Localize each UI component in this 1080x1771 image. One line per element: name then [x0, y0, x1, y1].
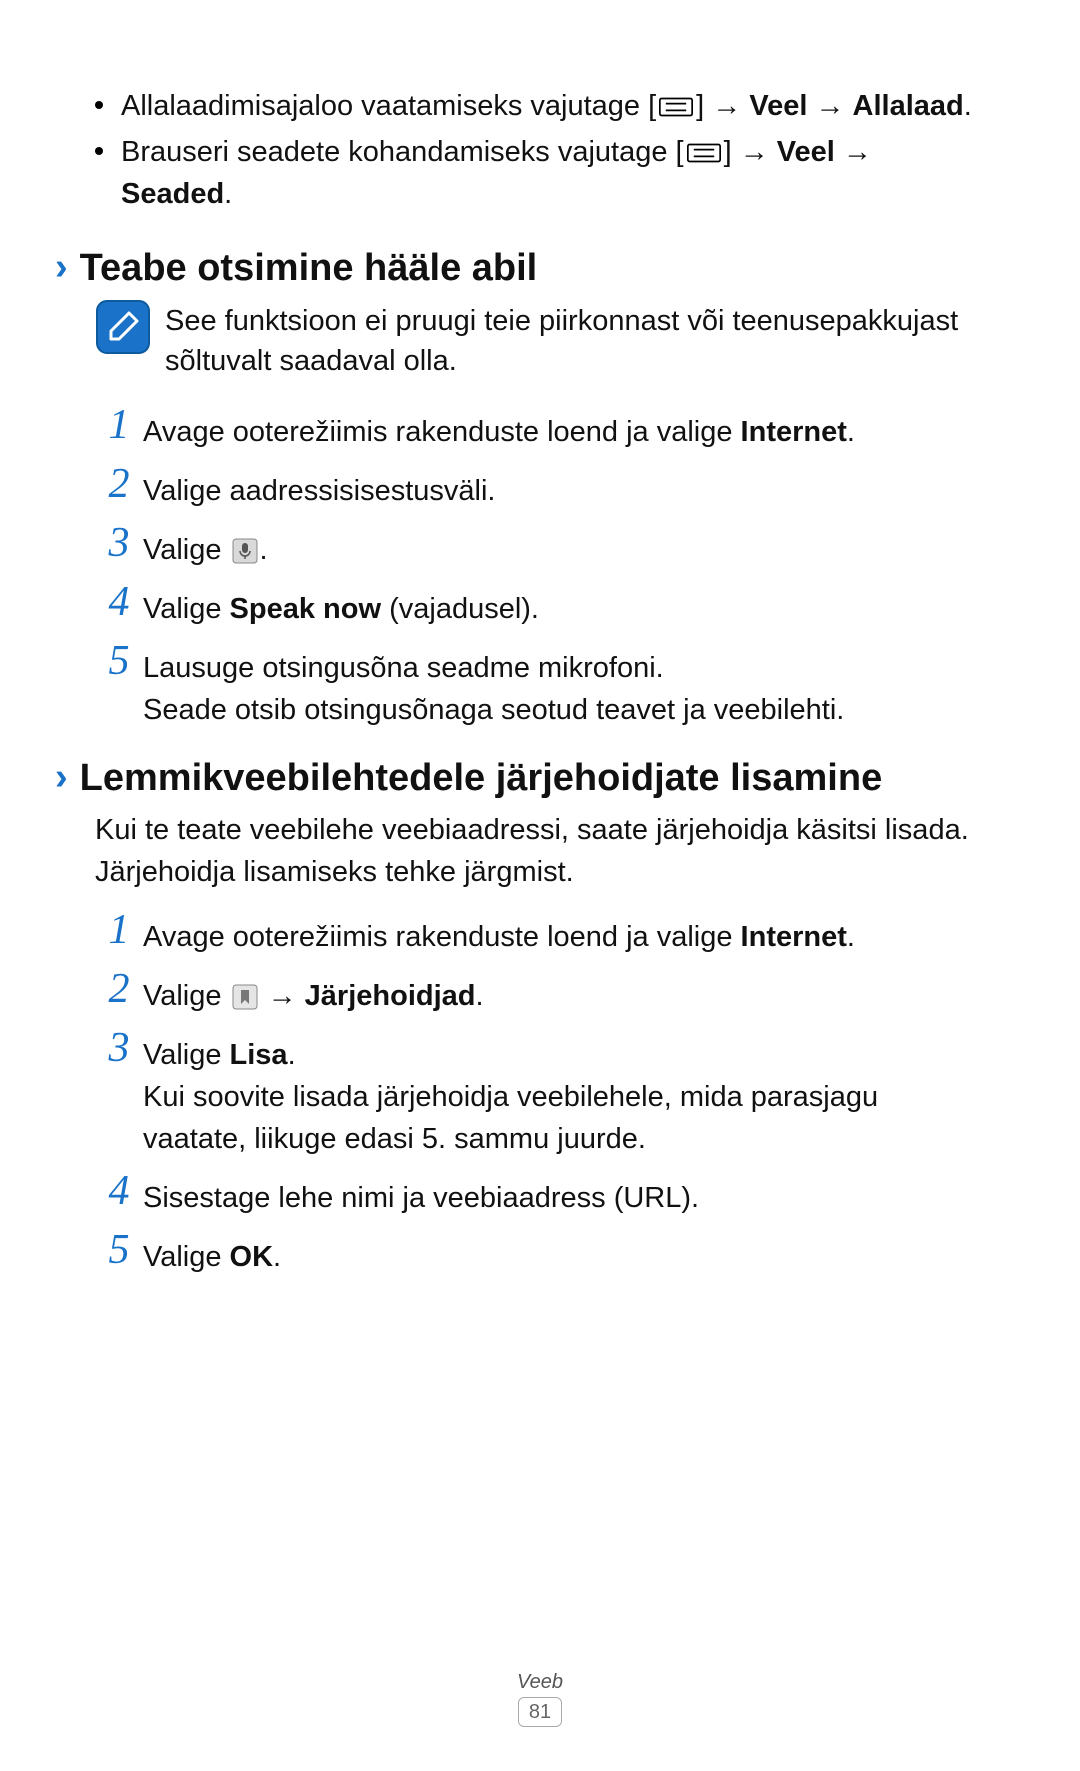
text: . — [260, 534, 268, 566]
section-heading: › Lemmikveebilehtedele järjehoidjate lis… — [55, 757, 945, 801]
section-heading: › Teabe otsimine hääle abil — [55, 247, 945, 291]
text: . — [475, 980, 483, 1012]
bookmark-icon — [232, 984, 258, 1010]
bold-text: Internet — [741, 921, 847, 953]
text: Sisestage lehe nimi ja veebiaadress (URL… — [143, 1182, 699, 1214]
bullet-dot — [95, 147, 103, 155]
text: Valige — [143, 534, 230, 566]
footer: Veeb 81 — [0, 1671, 1080, 1727]
text: → — [835, 136, 872, 168]
numbered-list: 1 Avage ooterežiimis rakenduste loend ja… — [95, 404, 985, 731]
step-number: 1 — [95, 404, 143, 446]
note-text: See funktsioon ei pruugi teie piirkonnas… — [165, 299, 985, 382]
heading-text: Teabe otsimine hääle abil — [80, 247, 538, 291]
bold-text: OK — [230, 1241, 274, 1273]
page: Allalaadimisajaloo vaatamiseks vajutage … — [0, 0, 1080, 1771]
step-number: 3 — [95, 1027, 143, 1069]
step-number: 2 — [95, 463, 143, 505]
bold-text: Seaded — [121, 178, 224, 210]
step-number: 1 — [95, 909, 143, 951]
list-item: 5 Lausuge otsingusõna seadme mikrofoni. … — [95, 640, 985, 731]
text: . — [847, 921, 855, 953]
intro-paragraph: Kui te teate veebilehe veebiaadressi, sa… — [95, 809, 985, 893]
bold-text: Speak now — [230, 593, 382, 625]
text: Seade otsib otsingusõnaga seotud teavet … — [143, 689, 844, 731]
page-number: 81 — [518, 1697, 562, 1727]
text: (vajadusel). — [381, 593, 539, 625]
text: → — [260, 980, 305, 1012]
text: → — [807, 90, 852, 122]
text: Valige — [143, 1241, 230, 1273]
list-item: 2 Valige aadressisisestusväli. — [95, 463, 985, 512]
bullet-dot — [95, 101, 103, 109]
numbered-list: 1 Avage ooterežiimis rakenduste loend ja… — [95, 909, 985, 1278]
text: Kui soovite lisada järjehoidja veebilehe… — [143, 1076, 985, 1160]
text: Lausuge otsingusõna seadme mikrofoni. — [143, 647, 844, 689]
text: . — [288, 1039, 296, 1071]
list-item: 3 Valige . — [95, 522, 985, 571]
footer-label: Veeb — [0, 1671, 1080, 1694]
note: See funktsioon ei pruugi teie piirkonnas… — [95, 299, 985, 382]
step-number: 4 — [95, 1170, 143, 1212]
bold-text: Allalaad — [853, 90, 964, 122]
text: . — [273, 1241, 281, 1273]
text: . — [964, 90, 972, 122]
bullet-list: Allalaadimisajaloo vaatamiseks vajutage … — [95, 85, 985, 215]
list-item: 1 Avage ooterežiimis rakenduste loend ja… — [95, 404, 985, 453]
text: Valige — [143, 980, 230, 1012]
text: . — [224, 178, 232, 210]
list-item: 2 Valige → Järjehoidjad. — [95, 968, 985, 1017]
step-number: 5 — [95, 640, 143, 682]
bold-text: Järjehoidjad — [305, 980, 476, 1012]
text: Valige — [143, 593, 230, 625]
bullet-item: Brauseri seadete kohandamiseks vajutage … — [95, 131, 985, 215]
text: ] → — [696, 90, 749, 122]
bold-text: Lisa — [230, 1039, 288, 1071]
chevron-icon: › — [55, 247, 68, 289]
bold-text: Internet — [741, 416, 847, 448]
heading-text: Lemmikveebilehtedele järjehoidjate lisam… — [80, 757, 883, 801]
text: Valige aadressisisestusväli. — [143, 475, 495, 507]
menu-icon — [659, 97, 693, 117]
chevron-icon: › — [55, 757, 68, 799]
text: Allalaadimisajaloo vaatamiseks vajutage … — [121, 90, 656, 122]
step-number: 5 — [95, 1229, 143, 1271]
text: Valige — [143, 1039, 230, 1071]
list-item: 4 Sisestage lehe nimi ja veebiaadress (U… — [95, 1170, 985, 1219]
list-item: 5 Valige OK. — [95, 1229, 985, 1278]
bold-text: Veel — [749, 90, 807, 122]
step-number: 4 — [95, 581, 143, 623]
text: Avage ooterežiimis rakenduste loend ja v… — [143, 416, 741, 448]
text: Avage ooterežiimis rakenduste loend ja v… — [143, 921, 741, 953]
text: Brauseri seadete kohandamiseks vajutage … — [121, 136, 684, 168]
bold-text: Veel — [777, 136, 835, 168]
step-number: 2 — [95, 968, 143, 1010]
microphone-icon — [232, 538, 258, 564]
bullet-item: Allalaadimisajaloo vaatamiseks vajutage … — [95, 85, 985, 127]
list-item: 1 Avage ooterežiimis rakenduste loend ja… — [95, 909, 985, 958]
list-item: 3 Valige Lisa. Kui soovite lisada järjeh… — [95, 1027, 985, 1160]
list-item: 4 Valige Speak now (vajadusel). — [95, 581, 985, 630]
text: . — [847, 416, 855, 448]
note-icon — [95, 299, 151, 355]
step-number: 3 — [95, 522, 143, 564]
text: ] → — [724, 136, 777, 168]
menu-icon — [687, 143, 721, 163]
